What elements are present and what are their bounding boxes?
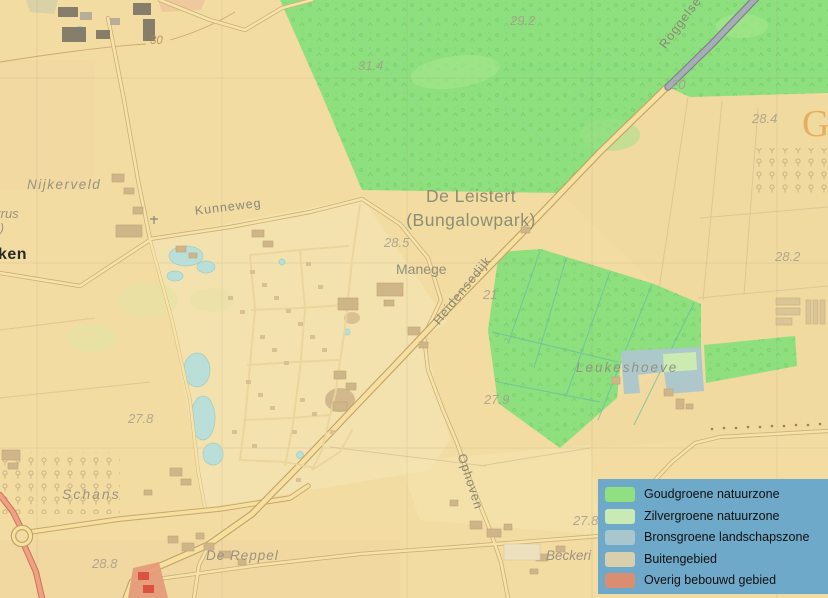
legend-item-bronsgroen: Bronsgroene landschapszone [605, 530, 828, 545]
zilvergroene-zone [663, 352, 697, 372]
legend-label: Overig bebouwd gebied [644, 573, 777, 587]
legend-label: Goudgroene natuurzone [644, 487, 780, 501]
overig-bebouwd-swatch-icon [605, 573, 635, 588]
goudgroen-swatch-icon [605, 487, 635, 502]
legend-label: Bronsgroene landschapszone [644, 530, 810, 544]
legend-item-overig-bebouwd: Overig bebouwd gebied [605, 573, 828, 588]
zilvergroen-swatch-icon [605, 508, 635, 524]
buitengebied-swatch-icon [605, 551, 635, 567]
legend-item-buitengebied: Buitengebied [605, 551, 828, 567]
legend-item-goudgroen: Goudgroene natuurzone [605, 487, 828, 502]
legend-label: Zilvergroene natuurzone [644, 508, 780, 523]
legend-item-zilvergroen: Zilvergroene natuurzone [605, 508, 828, 524]
legend-label: Buitengebied [644, 551, 717, 566]
map-canvas[interactable]: Nijkerveld trus ) ken Kunneweg De Leiste… [0, 0, 828, 598]
legend: Goudgroene natuurzone Zilvergroene natuu… [598, 479, 828, 594]
bronsgroen-swatch-icon [605, 530, 635, 545]
